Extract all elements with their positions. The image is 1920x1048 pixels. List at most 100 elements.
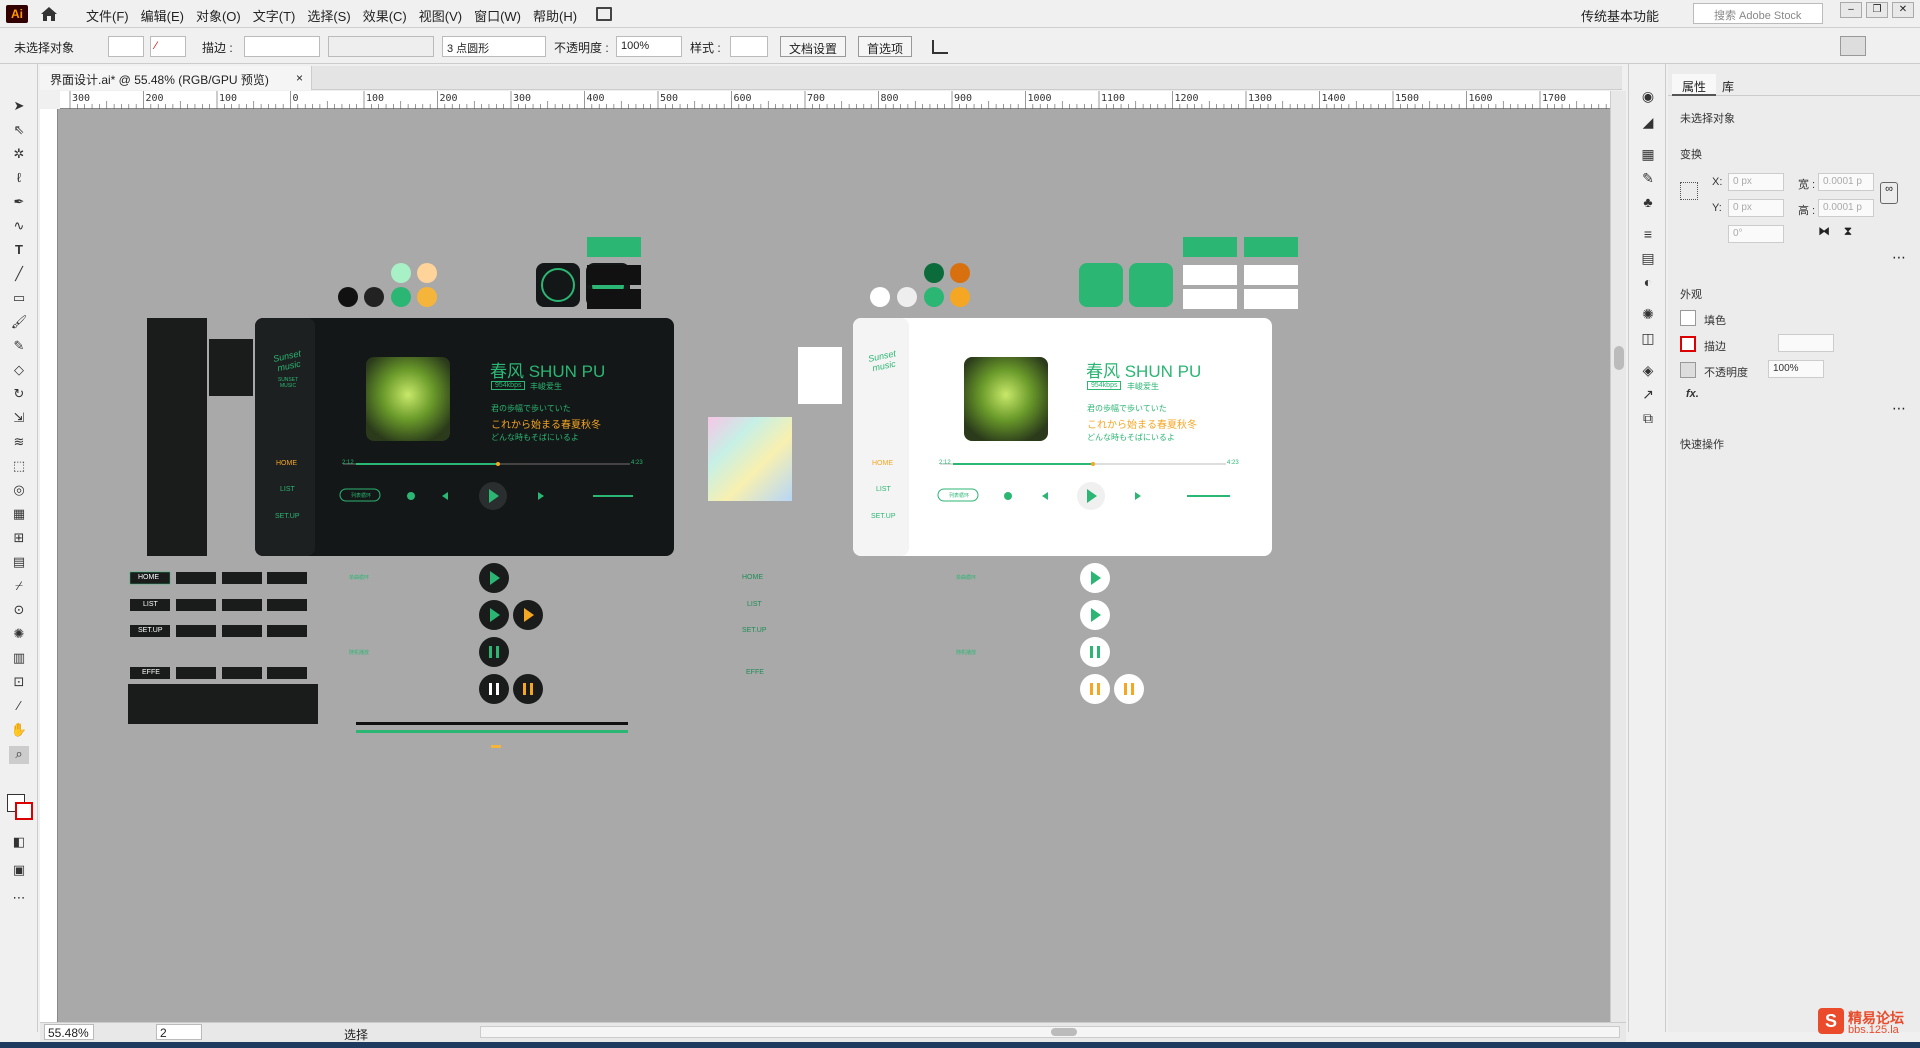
lasso-icon[interactable]: ℓ [9,170,29,188]
eraser-icon[interactable]: ◇ [9,362,29,380]
line-tool-icon[interactable]: ╱ [9,266,29,284]
eyedropper-icon[interactable]: ⌿ [9,578,29,596]
rotate-input[interactable]: 0° [1728,225,1784,243]
blob-brush-icon[interactable]: ✎ [9,338,29,356]
restore-button[interactable]: ❐ [1866,2,1888,18]
close-button[interactable]: ✕ [1892,2,1914,18]
rotate-tool-icon[interactable]: ↻ [9,386,29,404]
screen-mode-icon[interactable]: ▣ [9,862,29,880]
artboard-tool-icon[interactable]: ⊡ [9,674,29,692]
fx-button[interactable]: fx. [1686,388,1699,400]
gradient-panel-icon[interactable]: ▤ [1638,250,1658,268]
draw-mode-icon[interactable]: ◧ [9,834,29,852]
more-options-icon[interactable]: ⋯ [1892,249,1906,266]
fill-swatch[interactable] [108,36,144,57]
mesh-tool-icon[interactable]: ⊞ [9,530,29,548]
pen-tool-icon[interactable]: ✒ [9,194,29,212]
menu-help[interactable]: 帮助(H) [533,6,577,25]
fill-checkbox[interactable] [1680,310,1696,326]
width-input[interactable]: 0.0001 p [1818,173,1874,191]
tab-properties[interactable]: 属性 [1672,74,1717,96]
artboards-icon[interactable]: ⧉ [1638,410,1658,428]
document-tab[interactable]: 界面设计.ai* @ 55.48% (RGB/GPU 预览) × [40,66,312,90]
direct-selection-tool-icon[interactable]: ⇖ [9,122,29,140]
appearance-icon[interactable]: ✺ [1638,306,1658,324]
curvature-tool-icon[interactable]: ∿ [9,218,29,236]
stroke-panel-icon[interactable]: ≡ [1638,226,1658,244]
gradient-tool-icon[interactable]: ▤ [9,554,29,572]
stroke-color-swatch[interactable] [1680,336,1696,352]
height-input[interactable]: 0.0001 p [1818,199,1874,217]
constrain-proportions-icon[interactable]: ∞ [1880,182,1898,204]
type-tool-icon[interactable]: T [9,242,29,260]
menu-type[interactable]: 文字(T) [253,6,296,25]
variable-width-select[interactable] [328,36,434,57]
panel-layout-icon[interactable] [1840,36,1866,56]
menu-object[interactable]: 对象(O) [196,6,241,25]
document-setup-button[interactable]: 文档设置 [780,36,847,57]
selection-tool-icon[interactable]: ➤ [9,98,29,116]
x-input[interactable]: 0 px [1728,173,1784,191]
minimize-button[interactable]: – [1840,2,1862,18]
graphic-styles-icon[interactable]: ◫ [1638,330,1658,348]
fill-stroke-swatch[interactable] [7,794,33,820]
zoom-tool-icon[interactable]: ⌕ [9,746,29,764]
align-icon[interactable] [932,40,948,54]
menu-window[interactable]: 窗口(W) [474,6,521,25]
paintbrush-icon[interactable]: 🖌 [9,314,29,332]
stroke-weight-field[interactable] [1778,334,1834,352]
flip-horizontal-icon[interactable]: ⧓ [1816,224,1832,240]
menu-select[interactable]: 选择(S) [307,6,350,25]
tab-libraries[interactable]: 库 [1712,74,1744,96]
transparency-icon[interactable]: ◐ [1638,274,1658,292]
brush-select[interactable]: 3 点圆形 [442,36,546,57]
horizontal-scrollbar[interactable] [480,1026,1620,1038]
layers-icon[interactable]: ◈ [1638,362,1658,380]
shape-builder-icon[interactable]: ◎ [9,482,29,500]
stroke-label: 描边 [1704,341,1726,353]
symbols-icon[interactable]: ♣ [1638,194,1658,212]
warp-tool-icon[interactable]: ≋ [9,434,29,452]
h-scroll-thumb[interactable] [1051,1028,1077,1036]
rectangle-tool-icon[interactable]: ▭ [9,290,29,308]
menu-effect[interactable]: 效果(C) [363,6,407,25]
artboard-canvas[interactable]: 春风 SHUN PU 954kbps 丰峻爱生 君の歩幅で歩いていた これから始… [58,109,1610,1022]
free-transform-icon[interactable]: ⬚ [9,458,29,476]
home-icon[interactable] [38,4,60,24]
menu-file[interactable]: 文件(F) [86,6,129,25]
y-input[interactable]: 0 px [1728,199,1784,217]
magic-wand-icon[interactable]: ✲ [9,146,29,164]
zoom-input[interactable]: 55.48% [44,1024,94,1040]
color-panel-icon[interactable]: ◉ [1638,88,1658,106]
stroke-swatch[interactable]: ⁄ [150,36,186,57]
stroke-weight-input[interactable] [244,36,320,57]
workspace-switcher[interactable]: 传统基本功能 [1581,6,1659,25]
graph-tool-icon[interactable]: ▥ [9,650,29,668]
opacity-input[interactable]: 100% [616,36,682,57]
swatches-icon[interactable]: ▦ [1638,146,1658,164]
export-icon[interactable]: ↗ [1638,386,1658,404]
slice-tool-icon[interactable]: ⁄ [9,698,29,716]
flip-vertical-icon[interactable]: ⧗ [1840,224,1856,240]
brushes-icon[interactable]: ✎ [1638,170,1658,188]
more-tools-icon[interactable]: ⋯ [9,890,29,908]
symbol-sprayer-icon[interactable]: ✺ [9,626,29,644]
hand-tool-icon[interactable]: ✋ [9,722,29,740]
page-input[interactable]: 2 [156,1024,202,1040]
stock-search-input[interactable]: 搜索 Adobe Stock [1693,3,1823,24]
blend-tool-icon[interactable]: ⊙ [9,602,29,620]
vertical-scrollbar[interactable] [1610,91,1626,1022]
preferences-button[interactable]: 首选项 [858,36,913,57]
opacity-field[interactable]: 100% [1768,360,1824,378]
color-guide-icon[interactable]: ◢ [1638,114,1658,132]
style-select[interactable] [730,36,768,57]
tab-close-icon[interactable]: × [296,71,303,85]
reference-point-icon[interactable] [1680,182,1698,200]
appearance-more-icon[interactable]: ⋯ [1892,400,1906,417]
menu-edit[interactable]: 编辑(E) [141,6,184,25]
arrange-docs-icon[interactable] [596,7,612,21]
menu-view[interactable]: 视图(V) [419,6,462,25]
scale-tool-icon[interactable]: ⇲ [9,410,29,428]
perspective-grid-icon[interactable]: ▦ [9,506,29,524]
scroll-thumb[interactable] [1614,346,1624,370]
